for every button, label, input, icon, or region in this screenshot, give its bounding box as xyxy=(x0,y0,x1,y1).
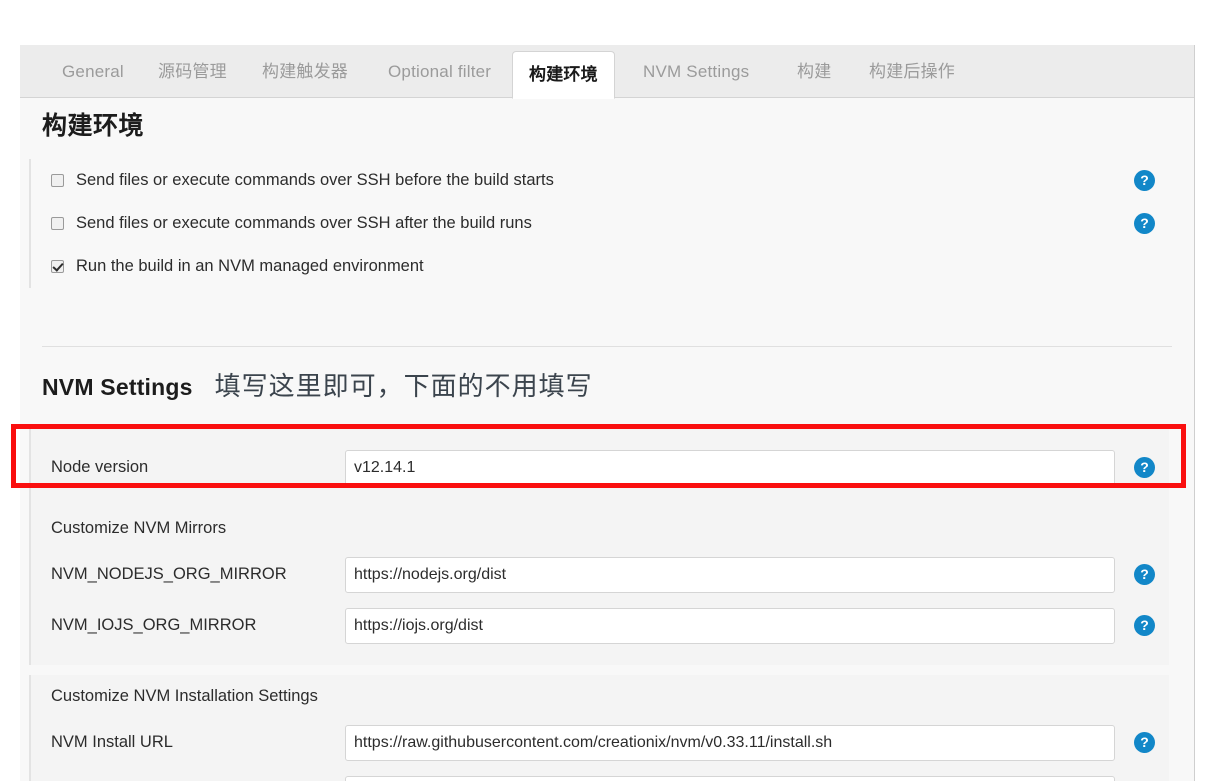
panel-spacer-after-mirrors xyxy=(31,651,1169,665)
nvm-settings-annotation: 填写这里即可，下面的不用填写 xyxy=(214,371,593,401)
config-tabbar: General 源码管理 构建触发器 Optional filter 构建环境 … xyxy=(20,45,1194,99)
checkbox-ssh-after[interactable] xyxy=(51,217,64,230)
help-icon-iojs-mirror[interactable]: ? xyxy=(1134,615,1155,636)
option-label-ssh-before: Send files or execute commands over SSH … xyxy=(76,171,554,189)
left-margin xyxy=(0,45,20,781)
field-row-install-url[interactable]: NVM Install URL https://raw.githubuserco… xyxy=(31,717,1169,768)
screenshot-root: General 源码管理 构建触发器 Optional filter 构建环境 … xyxy=(0,0,1208,781)
option-row-ssh-after[interactable]: Send files or execute commands over SSH … xyxy=(51,202,1169,245)
help-icon-nodejs-mirror[interactable]: ? xyxy=(1134,564,1155,585)
field-row-node-version[interactable]: Node version v12.14.1 ? xyxy=(31,442,1169,493)
panel-spacer-after-node-version xyxy=(31,493,1169,507)
subheader-customize-mirrors: Customize NVM Mirrors xyxy=(51,518,227,537)
tab-build[interactable]: 构建 xyxy=(781,45,847,98)
checkbox-ssh-before[interactable] xyxy=(51,174,64,187)
option-label-ssh-after: Send files or execute commands over SSH … xyxy=(76,214,532,232)
window-top-margin xyxy=(0,0,1208,45)
option-label-nvm: Run the build in an NVM managed environm… xyxy=(76,257,424,275)
nvm-settings-heading: NVM Settings xyxy=(42,374,193,400)
input-install-url[interactable]: https://raw.githubusercontent.com/creati… xyxy=(345,724,1115,761)
help-icon-ssh-before[interactable]: ? xyxy=(1134,170,1155,191)
input-nodejs-mirror[interactable]: https://nodejs.org/dist xyxy=(345,556,1115,593)
field-row-iojs-mirror[interactable]: NVM_IOJS_ORG_MIRROR https://iojs.org/dis… xyxy=(31,600,1169,651)
right-margin xyxy=(1195,45,1208,781)
input-node-version[interactable]: v12.14.1 xyxy=(345,449,1115,486)
field-label-iojs-mirror: NVM_IOJS_ORG_MIRROR xyxy=(51,616,257,634)
tab-general[interactable]: General xyxy=(46,45,140,98)
section-divider xyxy=(42,346,1172,347)
tab-post-build[interactable]: 构建后操作 xyxy=(853,45,971,98)
field-row-nvm-dir[interactable]: NVM_DIR installation dir $HOME/.nvm ? xyxy=(31,768,1169,781)
field-label-install-url: NVM Install URL xyxy=(51,733,173,751)
input-nvm-dir[interactable]: $HOME/.nvm xyxy=(345,775,1115,781)
config-body: 构建环境 Send files or execute commands over… xyxy=(11,98,1194,781)
nvm-settings-heading-row: NVM Settings 填写这里即可，下面的不用填写 xyxy=(42,366,593,403)
option-row-nvm[interactable]: Run the build in an NVM managed environm… xyxy=(51,245,1169,288)
subheader-customize-install: Customize NVM Installation Settings xyxy=(51,686,318,705)
field-label-node-version: Node version xyxy=(51,458,149,476)
tab-scm[interactable]: 源码管理 xyxy=(142,45,243,98)
field-label-nodejs-mirror: NVM_NODEJS_ORG_MIRROR xyxy=(51,565,287,583)
nvm-settings-panel: Node version v12.14.1 ? Customize NVM Mi… xyxy=(29,428,1169,781)
tab-nvm-settings[interactable]: NVM Settings xyxy=(627,45,765,98)
help-icon-ssh-after[interactable]: ? xyxy=(1134,213,1155,234)
checkbox-nvm-managed-environment[interactable] xyxy=(51,260,64,273)
option-row-ssh-before[interactable]: Send files or execute commands over SSH … xyxy=(51,159,1169,202)
tab-optional-filter[interactable]: Optional filter xyxy=(372,45,507,98)
tab-build-triggers[interactable]: 构建触发器 xyxy=(246,45,364,98)
help-icon-install-url[interactable]: ? xyxy=(1134,732,1155,753)
input-iojs-mirror[interactable]: https://iojs.org/dist xyxy=(345,607,1115,644)
group-gap-mirrors-install xyxy=(29,665,1169,675)
field-row-nodejs-mirror[interactable]: NVM_NODEJS_ORG_MIRROR https://nodejs.org… xyxy=(31,549,1169,600)
help-icon-node-version[interactable]: ? xyxy=(1134,457,1155,478)
config-page: General 源码管理 构建触发器 Optional filter 构建环境 … xyxy=(11,45,1195,781)
tab-build-environment[interactable]: 构建环境 xyxy=(512,51,615,99)
panel-top-spacer xyxy=(31,428,1169,442)
page-title: 构建环境 xyxy=(42,112,145,140)
build-environment-options: Send files or execute commands over SSH … xyxy=(29,159,1169,288)
